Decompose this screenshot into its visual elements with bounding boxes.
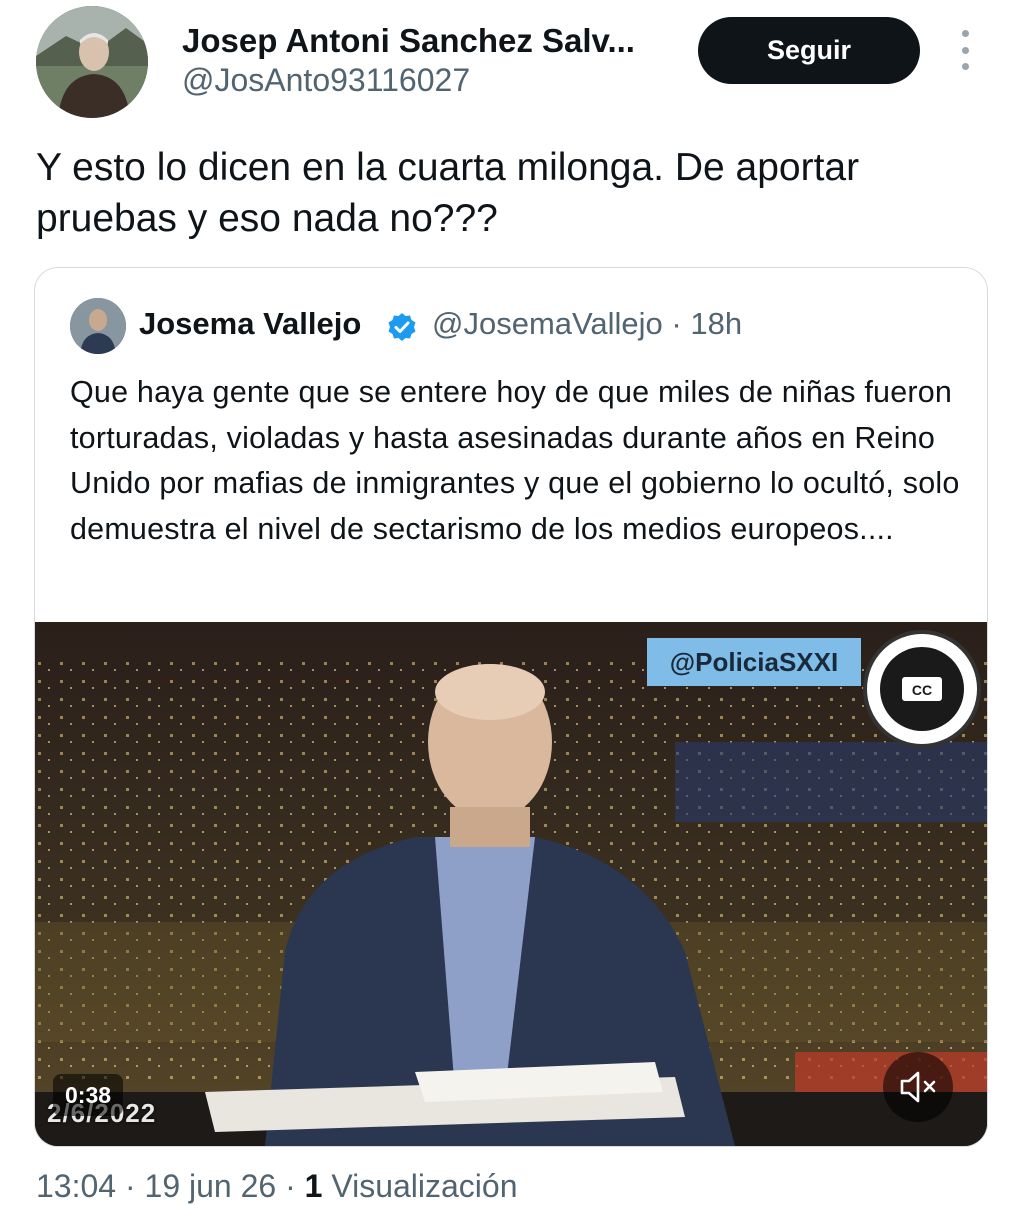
more-dot bbox=[961, 46, 969, 54]
quoted-avatar-photo bbox=[70, 298, 126, 354]
quoted-tweet-age[interactable]: 18h bbox=[690, 306, 742, 341]
quoted-author-handle[interactable]: @JosemaVallejo bbox=[432, 306, 663, 341]
author-handle[interactable]: @JosAnto93116027 bbox=[182, 62, 470, 99]
quoted-author-name[interactable]: Josema Vallejo bbox=[139, 306, 361, 342]
follow-button[interactable]: Seguir bbox=[698, 17, 920, 84]
separator-dot: · bbox=[671, 306, 691, 341]
tweet-date[interactable]: 19 jun 26 bbox=[145, 1168, 277, 1204]
channel-logo: CC bbox=[863, 630, 981, 748]
channel-logo-text: CC bbox=[912, 682, 932, 698]
video-frame bbox=[35, 622, 987, 1146]
verified-badge-icon bbox=[387, 312, 417, 342]
more-dot bbox=[961, 63, 969, 70]
quoted-handle-line: @JosemaVallejo · 18h bbox=[432, 306, 742, 342]
separator-dot: · bbox=[124, 1168, 145, 1204]
tweet-text: Y esto lo dicen en la cuarta milonga. De… bbox=[36, 146, 860, 240]
more-vertical-icon[interactable] bbox=[948, 30, 982, 70]
more-dot bbox=[961, 30, 969, 37]
channel-watermark: @PoliciaSXXI bbox=[647, 638, 861, 686]
views-count: 1 bbox=[304, 1168, 323, 1204]
video-player[interactable]: @PoliciaSXXI CC 2/6/2022 0:38 bbox=[35, 622, 987, 1146]
tweet-meta: 13:04 · 19 jun 26 · 1 Visualización bbox=[36, 1168, 518, 1205]
author-avatar-photo bbox=[36, 6, 148, 118]
quoted-author-avatar[interactable] bbox=[70, 298, 126, 354]
tweet-time[interactable]: 13:04 bbox=[36, 1168, 116, 1204]
volume-muted-icon[interactable] bbox=[883, 1052, 953, 1122]
tweet-header: Josep Antoni Sanchez Salv... @JosAnto931… bbox=[0, 0, 1018, 130]
views-label: Visualización bbox=[331, 1168, 518, 1204]
quoted-tweet-text: Que haya gente que se entere hoy de que … bbox=[70, 375, 960, 546]
separator-dot: · bbox=[285, 1168, 305, 1204]
author-avatar[interactable] bbox=[36, 6, 148, 118]
video-duration: 0:38 bbox=[53, 1074, 124, 1116]
author-name[interactable]: Josep Antoni Sanchez Salv... bbox=[182, 22, 635, 60]
quoted-tweet-card[interactable]: Josema Vallejo @JosemaVallejo · 18h Que … bbox=[34, 267, 988, 1147]
